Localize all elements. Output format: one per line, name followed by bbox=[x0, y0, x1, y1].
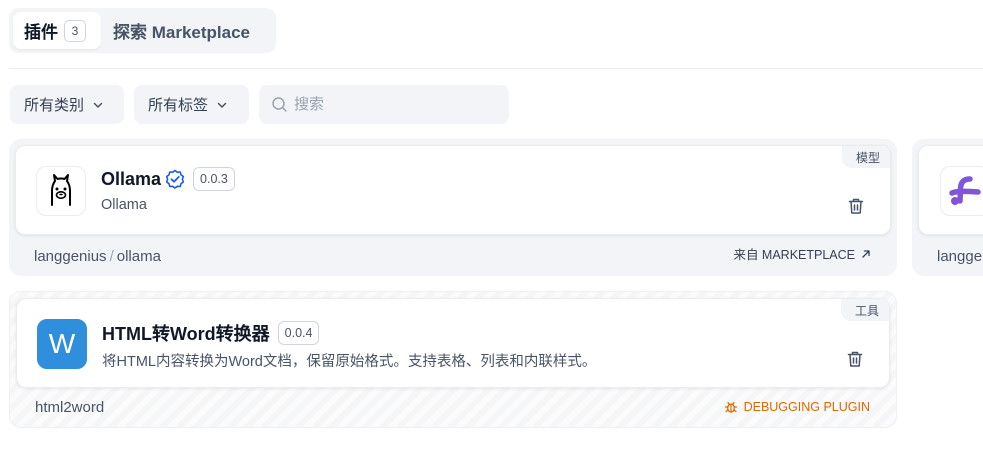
tag-filter-dropdown[interactable]: 所有标签 bbox=[134, 85, 249, 124]
external-arrow-icon bbox=[862, 249, 870, 258]
ollama-logo-icon bbox=[36, 166, 86, 216]
slash-separator: / bbox=[109, 248, 114, 265]
tab-explore-label: 探索 Marketplace bbox=[113, 23, 250, 42]
chevron-down-icon bbox=[93, 102, 103, 108]
plugin-author: langgenius bbox=[34, 248, 107, 265]
category-tag: 工具 bbox=[840, 299, 889, 321]
plugin-slug: html2word bbox=[35, 399, 105, 416]
word-logo-icon: W bbox=[37, 319, 87, 369]
plugin-card-body: 工具 W HTML转Word转换器 0.0.4 将HTML内容转换为Word文档… bbox=[16, 298, 890, 388]
plugin-logo-icon bbox=[940, 166, 983, 216]
search-box[interactable] bbox=[259, 85, 509, 124]
plugin-tabs: 插件 3 探索 Marketplace bbox=[9, 8, 276, 53]
verified-badge-icon bbox=[165, 169, 185, 189]
plugin-count-badge: 3 bbox=[64, 19, 86, 42]
bug-icon bbox=[724, 401, 737, 413]
plugin-card-html2word[interactable]: 工具 W HTML转Word转换器 0.0.4 将HTML内容转换为Word文档… bbox=[9, 291, 897, 428]
plugin-name-text: Ollama bbox=[101, 168, 162, 189]
debugging-plugin-text: DEBUGGING PLUGIN bbox=[743, 400, 870, 414]
category-filter-dropdown[interactable]: 所有类别 bbox=[10, 85, 124, 124]
category-tag: 模型 bbox=[841, 146, 890, 168]
plugin-card-body bbox=[918, 145, 983, 235]
plugin-name: Ollama 0.0.3 bbox=[101, 167, 235, 191]
tab-plugins[interactable]: 插件 3 bbox=[13, 12, 101, 49]
search-input[interactable] bbox=[294, 96, 494, 113]
version-badge: 0.0.4 bbox=[277, 321, 320, 345]
plugin-description: Ollama bbox=[101, 197, 147, 213]
plugin-card-partial[interactable]: langge bbox=[912, 139, 983, 276]
plugin-slug: ollama bbox=[116, 248, 161, 265]
debugging-plugin-label: DEBUGGING PLUGIN bbox=[724, 400, 870, 414]
trash-icon[interactable] bbox=[845, 349, 865, 369]
plugin-author-slug: langgenius / ollama bbox=[34, 248, 161, 265]
plugin-description: 将HTML内容转换为Word文档，保留原始格式。支持表格、列表和内联样式。 bbox=[102, 354, 597, 370]
plugin-author-partial: langge bbox=[937, 248, 983, 265]
trash-icon[interactable] bbox=[846, 196, 866, 216]
plugin-card-ollama[interactable]: 模型 Ollama 0.0.3 Ollama langgenius / olla… bbox=[9, 139, 897, 276]
search-icon bbox=[272, 97, 287, 112]
tab-explore-marketplace[interactable]: 探索 Marketplace bbox=[101, 12, 256, 49]
marketplace-source-text: 来自 MARKETPLACE bbox=[733, 248, 855, 262]
category-filter-label: 所有类别 bbox=[24, 97, 85, 114]
tab-plugins-label: 插件 bbox=[24, 23, 58, 42]
version-badge: 0.0.3 bbox=[193, 167, 235, 191]
plugin-name-text: HTML转Word转换器 bbox=[102, 324, 270, 344]
header-divider bbox=[9, 68, 983, 69]
tag-filter-label: 所有标签 bbox=[148, 97, 209, 114]
plugin-card-body: 模型 Ollama 0.0.3 Ollama bbox=[15, 145, 891, 235]
plugin-name: HTML转Word转换器 0.0.4 bbox=[102, 320, 320, 346]
word-logo-letter: W bbox=[48, 328, 76, 359]
chevron-down-icon bbox=[217, 102, 227, 108]
marketplace-source-link[interactable]: 来自 MARKETPLACE bbox=[733, 244, 871, 263]
